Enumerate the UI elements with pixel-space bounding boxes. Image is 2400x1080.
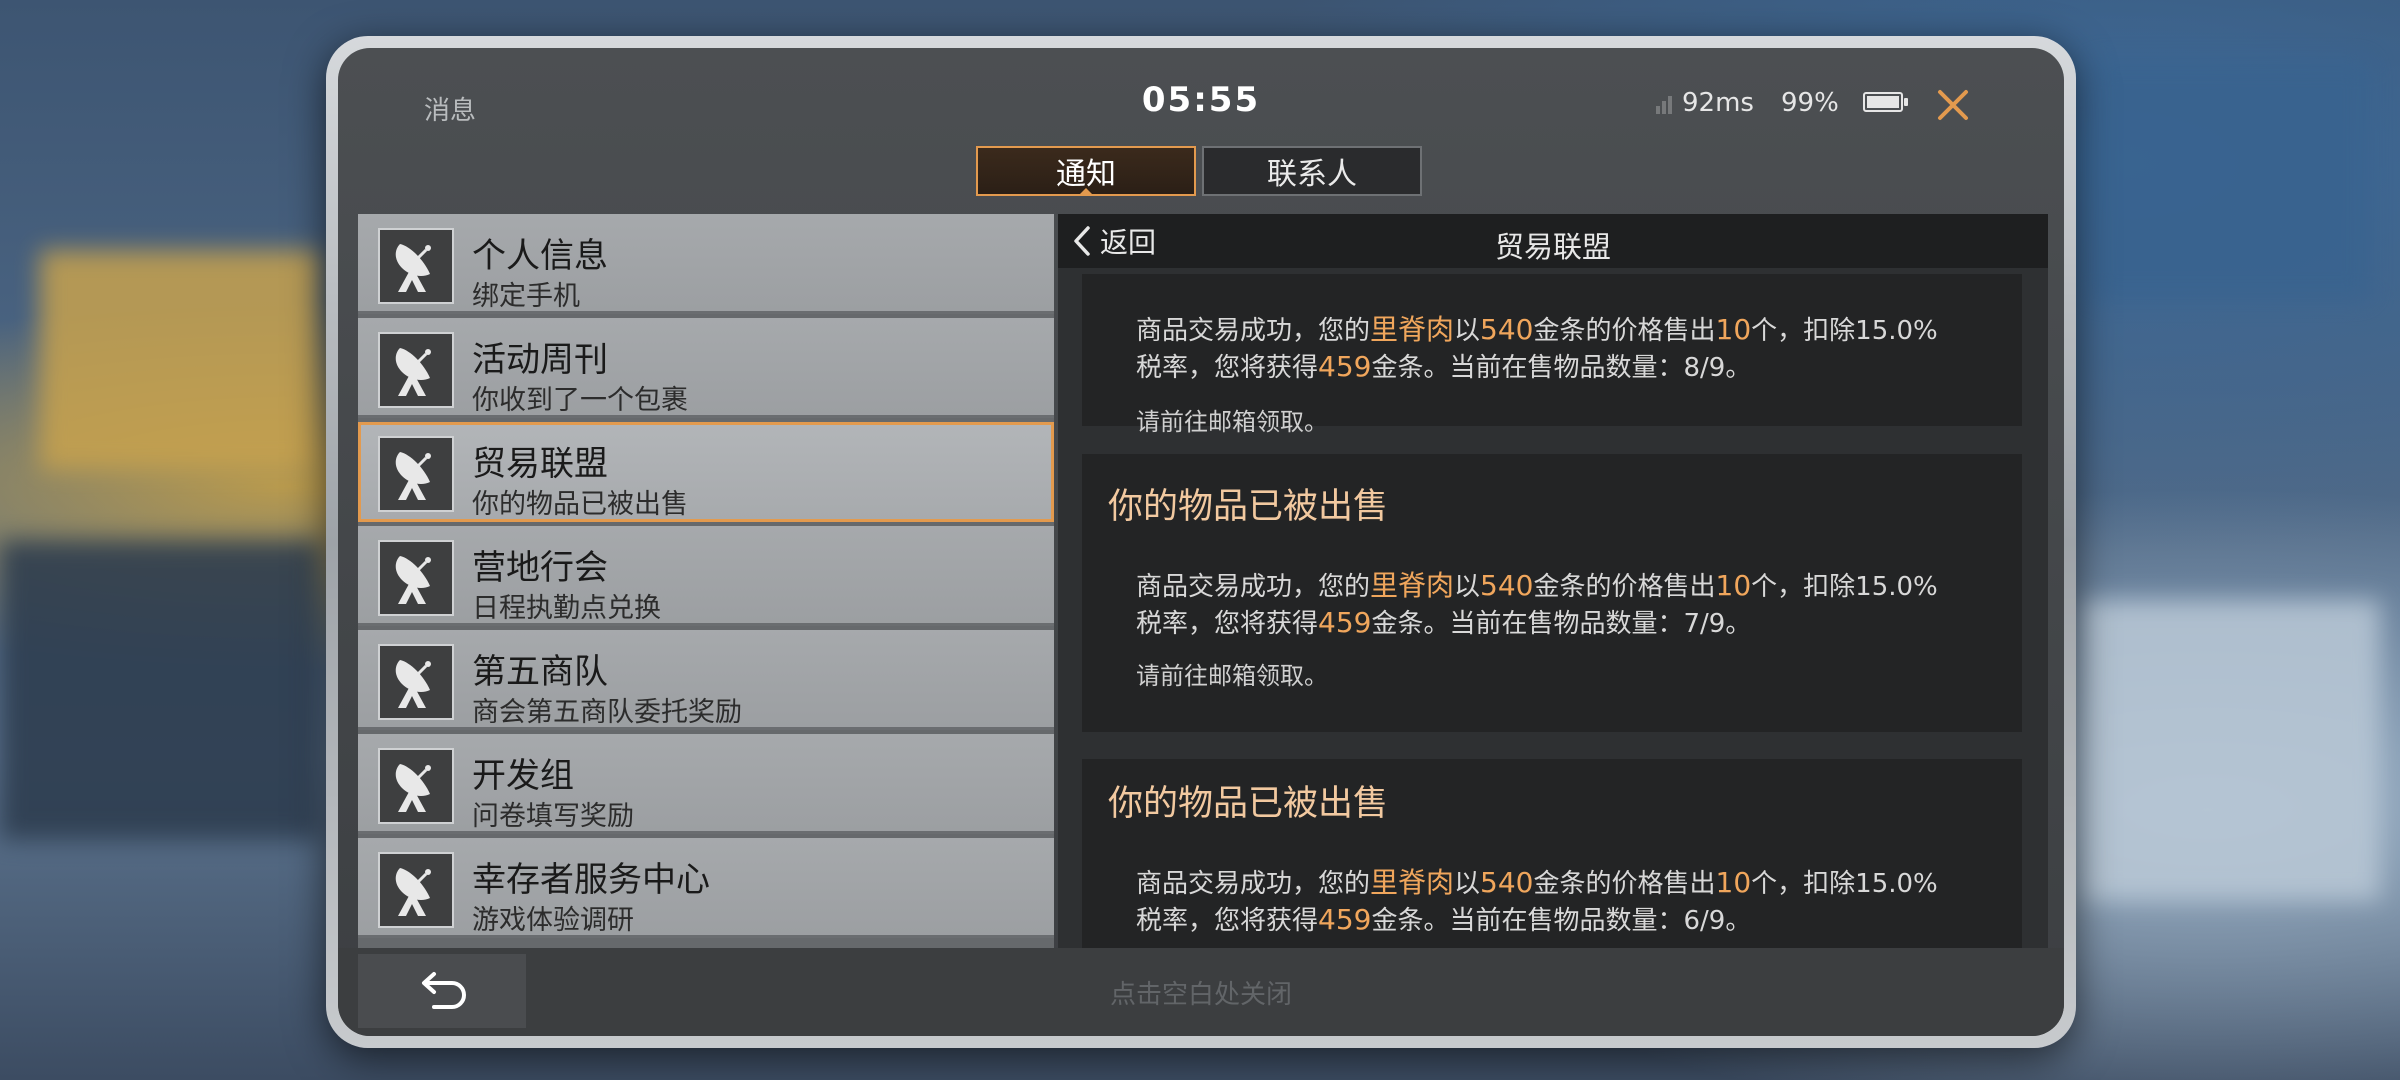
battery-icon xyxy=(1863,92,1908,112)
notification-list[interactable]: 个人信息 绑定手机 活动周刊 你收到了一个包裹 贸易联盟 你的物品已被出售 营地… xyxy=(358,214,1054,948)
background-blur-yellow xyxy=(40,250,320,470)
detail-title: 贸易联盟 xyxy=(1494,230,1611,264)
gain-value: 459 xyxy=(1318,903,1372,936)
list-item-personal-info[interactable]: 个人信息 绑定手机 xyxy=(358,214,1054,314)
message-card: 你的物品已被出售 商品交易成功，您的里脊肉以540金条的价格售出10个，扣除15… xyxy=(1082,454,2022,732)
list-item-weekly-events[interactable]: 活动周刊 你收到了一个包裹 xyxy=(358,318,1054,418)
list-item-fifth-caravan[interactable]: 第五商队 商会第五商队委托奖励 xyxy=(358,630,1054,730)
item-name: 里脊肉 xyxy=(1370,313,1455,346)
bottom-bar[interactable]: 点击空白处关闭 xyxy=(338,948,2064,1036)
price-value: 540 xyxy=(1480,866,1534,899)
gain-value: 459 xyxy=(1318,606,1372,639)
battery-percent: 99% xyxy=(1781,88,1839,118)
message-screen: 消息 05:55 92ms 99% 通知 联系人 个人信息 绑定手机 活动周刊 … xyxy=(338,48,2064,1036)
list-item-subtitle: 你收到了一个包裹 xyxy=(472,385,688,416)
close-icon xyxy=(1938,90,1968,120)
list-item-title: 活动周刊 xyxy=(472,340,608,380)
message-card: 你的物品已被出售 商品交易成功，您的里脊肉以540金条的价格售出10个，扣除15… xyxy=(1082,759,2022,948)
tap-to-close-hint: 点击空白处关闭 xyxy=(1109,980,1292,1010)
background-blur-light xyxy=(2080,600,2380,900)
message-note: 请前往邮箱领取。 xyxy=(1136,408,1328,436)
tab-notifications[interactable]: 通知 xyxy=(976,146,1196,196)
message-heading: 你的物品已被出售 xyxy=(1108,784,1389,824)
list-item-subtitle: 游戏体验调研 xyxy=(472,905,634,936)
list-item-subtitle: 日程执勤点兑换 xyxy=(472,593,661,624)
satellite-dish-icon xyxy=(378,748,454,824)
list-item-subtitle: 商会第五商队委托奖励 xyxy=(472,697,742,728)
quantity-value: 10 xyxy=(1715,313,1752,346)
background-blur-blue xyxy=(2090,60,2370,300)
ping-label: 92ms xyxy=(1682,88,1754,118)
satellite-dish-icon xyxy=(378,540,454,616)
message-detail-panel[interactable]: 返回 贸易联盟 商品交易成功，您的里脊肉以540金条的价格售出10个，扣除15.… xyxy=(1058,214,2048,948)
list-item-subtitle: 你的物品已被出售 xyxy=(472,489,688,520)
list-item-subtitle: 绑定手机 xyxy=(472,281,580,312)
message-card: 商品交易成功，您的里脊肉以540金条的价格售出10个，扣除15.0% 税率，您将获… xyxy=(1082,274,2022,436)
list-item-title: 开发组 xyxy=(472,756,574,796)
message-body: 商品交易成功，您的里脊肉以540金条的价格售出10个，扣除15.0% 税率，您将获… xyxy=(1136,313,1938,383)
satellite-dish-icon xyxy=(378,228,454,304)
tab-bar: 通知 联系人 xyxy=(976,146,1422,196)
item-name: 里脊肉 xyxy=(1370,569,1455,602)
price-value: 540 xyxy=(1480,569,1534,602)
detail-header: 返回 贸易联盟 xyxy=(1058,214,2048,268)
item-name: 里脊肉 xyxy=(1370,866,1455,899)
price-value: 540 xyxy=(1480,313,1534,346)
list-item-title: 营地行会 xyxy=(472,548,608,588)
satellite-dish-icon xyxy=(378,852,454,928)
satellite-dish-icon xyxy=(378,332,454,408)
message-body: 商品交易成功，您的里脊肉以540金条的价格售出10个，扣除15.0% 税率，您将获… xyxy=(1136,569,1938,639)
close-button[interactable] xyxy=(1930,82,1976,128)
satellite-dish-icon xyxy=(378,644,454,720)
list-item-camp-guild[interactable]: 营地行会 日程执勤点兑换 xyxy=(358,526,1054,626)
list-item-title: 个人信息 xyxy=(472,236,608,276)
battery-level-fill xyxy=(1867,96,1899,108)
list-item-title: 第五商队 xyxy=(472,652,608,692)
gain-value: 459 xyxy=(1318,350,1372,383)
status-bar: 消息 05:55 92ms 99% xyxy=(338,48,2064,158)
list-item-trade-alliance[interactable]: 贸易联盟 你的物品已被出售 xyxy=(358,422,1054,522)
message-note: 请前往邮箱领取。 xyxy=(1136,662,1328,690)
message-heading: 你的物品已被出售 xyxy=(1108,487,1389,527)
tab-contacts[interactable]: 联系人 xyxy=(1202,146,1422,196)
quantity-value: 10 xyxy=(1715,569,1752,602)
list-item-dev-team[interactable]: 开发组 问卷填写奖励 xyxy=(358,734,1054,834)
list-item-subtitle: 问卷填写奖励 xyxy=(472,801,634,832)
signal-icon xyxy=(1656,92,1678,114)
background-blur-dark xyxy=(0,540,320,840)
message-body: 商品交易成功，您的里脊肉以540金条的价格售出10个，扣除15.0% 税率，您将获… xyxy=(1136,866,1938,936)
list-item-title: 贸易联盟 xyxy=(472,444,608,484)
list-item-title: 幸存者服务中心 xyxy=(472,860,710,900)
satellite-dish-icon xyxy=(378,436,454,512)
quantity-value: 10 xyxy=(1715,866,1752,899)
list-item-survivor-service[interactable]: 幸存者服务中心 游戏体验调研 xyxy=(358,838,1054,938)
device-frame: 消息 05:55 92ms 99% 通知 联系人 个人信息 绑定手机 活动周刊 … xyxy=(326,36,2076,1048)
